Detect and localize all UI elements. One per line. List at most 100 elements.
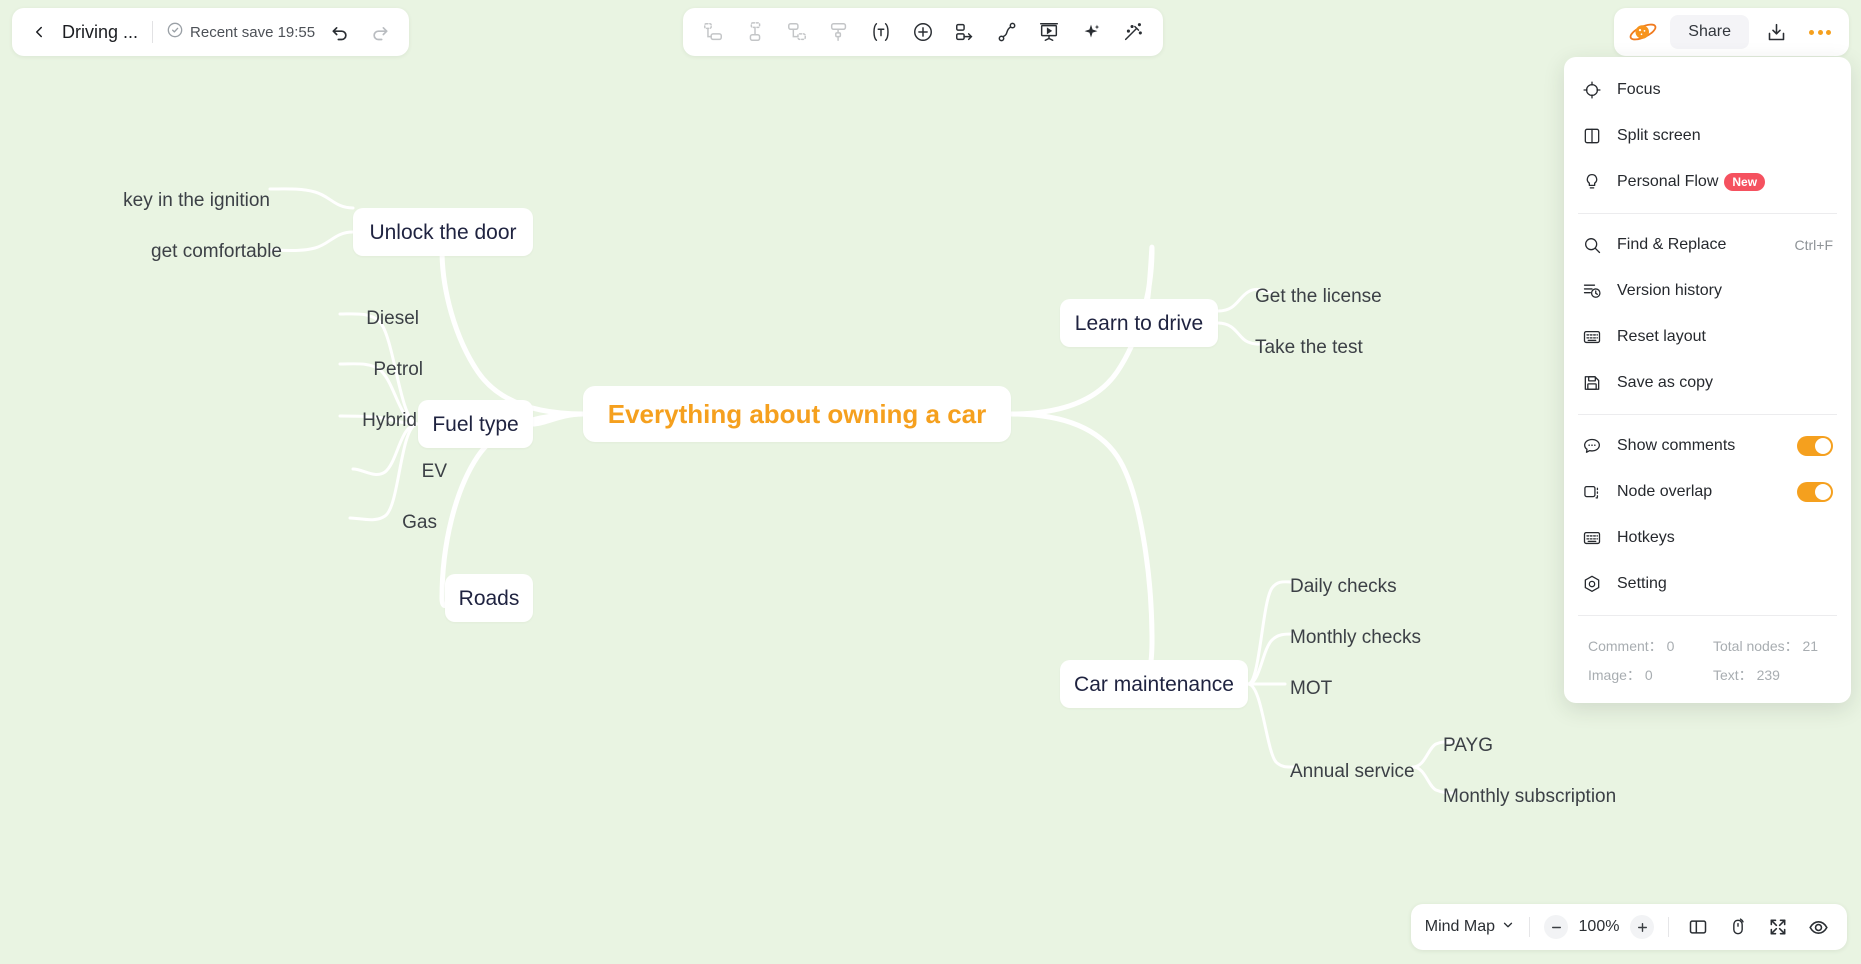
mindmap-leaf-node-monthly-subscription[interactable]: Monthly subscription (1443, 785, 1616, 808)
fit-screen-icon[interactable] (1763, 912, 1793, 942)
comment-icon (1582, 436, 1602, 456)
mindmap-leaf-node-monthly-checks[interactable]: Monthly checks (1290, 626, 1421, 649)
reset-layout-icon (1582, 327, 1602, 347)
document-stats: Comment： 0 Total nodes： 21 Image： 0 Text： 2… (1564, 624, 1851, 699)
menu-item-label: Find & Replace (1617, 236, 1727, 253)
version-history-icon (1582, 281, 1602, 301)
mindmap-leaf-node-hybrid[interactable]: Hybrid (0, 409, 417, 432)
stat-total-nodes: Total nodes： 21 (1713, 636, 1827, 656)
menu-separator (1578, 414, 1837, 415)
toggle-show-comments[interactable] (1797, 436, 1833, 456)
mindmap-edge (268, 187, 355, 210)
check-circle-icon (167, 22, 183, 42)
search-icon (1582, 235, 1602, 255)
mindmap-leaf-node-get-comfortable[interactable]: get comfortable (0, 240, 282, 263)
split-view-icon[interactable] (1683, 912, 1713, 942)
menu-item-setting[interactable]: Setting (1564, 561, 1851, 607)
menu-item-label: Node overlap (1617, 483, 1713, 500)
magic-wand-icon[interactable] (1115, 14, 1151, 50)
stat-value: 0 (1644, 667, 1653, 683)
stat-label: Total nodes： (1713, 638, 1799, 654)
toggle-node-overlap[interactable] (1797, 482, 1833, 502)
save-status-text: Recent save 19:55 (190, 23, 316, 41)
eye-icon[interactable] (1803, 912, 1833, 942)
presentation-icon[interactable] (1031, 14, 1067, 50)
new-badge: New (1724, 173, 1766, 191)
insert-sibling-topic-icon[interactable] (695, 14, 731, 50)
planet-logo-icon[interactable] (1626, 15, 1660, 49)
menu-item-split-screen[interactable]: Split screen (1564, 113, 1851, 159)
add-icon[interactable] (905, 14, 941, 50)
mindmap-leaf-node-take-the-test[interactable]: Take the test (1255, 336, 1363, 359)
mindmap-edge (1246, 682, 1297, 769)
menu-item-label: Save as copy (1617, 374, 1714, 391)
insert-subtopic-icon[interactable] (737, 14, 773, 50)
setting-icon (1582, 574, 1602, 594)
document-title[interactable]: Driving ... (62, 22, 138, 43)
stat-text: Text： 239 (1713, 665, 1827, 685)
outline-icon[interactable] (947, 14, 983, 50)
menu-item-label: Personal Flow New (1617, 173, 1833, 191)
zoom-in-button[interactable] (1630, 915, 1654, 939)
stat-label: Comment： (1588, 638, 1663, 654)
zoom-out-button[interactable] (1544, 915, 1568, 939)
menu-item-node-overlap[interactable]: Node overlap (1564, 469, 1851, 515)
menu-item-save-as-copy[interactable]: Save as copy (1564, 360, 1851, 406)
zoom-controls: 100% (1544, 915, 1654, 939)
relationship-line-icon[interactable] (989, 14, 1025, 50)
statusbar-divider-2 (1668, 917, 1669, 937)
mindmap-edge (1246, 632, 1294, 686)
more-horizontal-icon[interactable] (1803, 15, 1837, 49)
mindmap-branch-node-car-maintenance[interactable]: Car maintenance (1060, 660, 1248, 708)
stat-value: 0 (1666, 638, 1675, 654)
focus-icon (1582, 80, 1602, 100)
mindmap-edge (1008, 411, 1155, 687)
mindmap-branch-node-unlock-the-door[interactable]: Unlock the door (353, 208, 533, 256)
mindmap-leaf-node-mot[interactable]: MOT (1290, 677, 1332, 700)
mindmap-leaf-node-annual-service[interactable]: Annual service (1290, 760, 1415, 783)
mindmap-leaf-node-key-in-the-ignition[interactable]: key in the ignition (0, 189, 270, 212)
menu-item-hotkeys[interactable]: Hotkeys (1564, 515, 1851, 561)
save-status: Recent save 19:55 (167, 22, 315, 42)
menu-item-label: Version history (1617, 282, 1722, 299)
mindmap-branch-node-roads[interactable]: Roads (445, 574, 533, 622)
mindmap-branch-node-learn-to-drive[interactable]: Learn to drive (1060, 299, 1218, 347)
mindmap-leaf-node-diesel[interactable]: Diesel (0, 307, 419, 330)
view-mode-label: Mind Map (1424, 918, 1495, 935)
mindmap-leaf-node-get-the-license[interactable]: Get the license (1255, 285, 1382, 308)
redo-icon[interactable] (365, 17, 395, 47)
mindmap-edge (415, 229, 586, 417)
menu-item-reset-layout[interactable]: Reset layout (1564, 314, 1851, 360)
back-button[interactable] (26, 19, 52, 45)
topright-bar: Share (1614, 8, 1849, 56)
menu-item-focus[interactable]: Focus (1564, 67, 1851, 113)
mindmap-leaf-node-petrol[interactable]: Petrol (0, 358, 423, 381)
menu-item-find-replace[interactable]: Find & Replace Ctrl+F (1564, 222, 1851, 268)
menu-separator (1578, 213, 1837, 214)
stat-value: 239 (1756, 667, 1780, 683)
mindmap-root-node-everything-about-owning-a-car[interactable]: Everything about owning a car (583, 386, 1011, 442)
format-painter-icon[interactable] (821, 14, 857, 50)
menu-item-label: Focus (1617, 81, 1661, 98)
mindmap-branch-node-fuel-type[interactable]: Fuel type (418, 400, 533, 448)
share-button[interactable]: Share (1670, 15, 1749, 49)
mindmap-leaf-node-daily-checks[interactable]: Daily checks (1290, 575, 1397, 598)
keyboard-icon (1582, 528, 1602, 548)
insert-child-topic-icon[interactable] (779, 14, 815, 50)
download-icon[interactable] (1759, 15, 1793, 49)
node-overlap-icon (1582, 482, 1602, 502)
mindmap-leaf-node-ev[interactable]: EV (0, 460, 447, 483)
menu-item-version-history[interactable]: Version history (1564, 268, 1851, 314)
text-style-icon[interactable] (863, 14, 899, 50)
mouse-pointer-icon[interactable] (1723, 912, 1753, 942)
stat-label: Image： (1588, 667, 1641, 683)
more-options-menu[interactable]: Focus Split screen Personal Flow New Find & … (1564, 57, 1851, 703)
ai-sparkle-icon[interactable] (1073, 14, 1109, 50)
mindmap-edge (268, 230, 355, 252)
mindmap-leaf-node-gas[interactable]: Gas (0, 511, 437, 534)
menu-item-show-comments[interactable]: Show comments (1564, 423, 1851, 469)
undo-icon[interactable] (325, 17, 355, 47)
view-mode-selector[interactable]: Mind Map (1425, 918, 1515, 937)
menu-item-personal-flow[interactable]: Personal Flow New (1564, 159, 1851, 205)
mindmap-leaf-node-payg[interactable]: PAYG (1443, 734, 1493, 757)
